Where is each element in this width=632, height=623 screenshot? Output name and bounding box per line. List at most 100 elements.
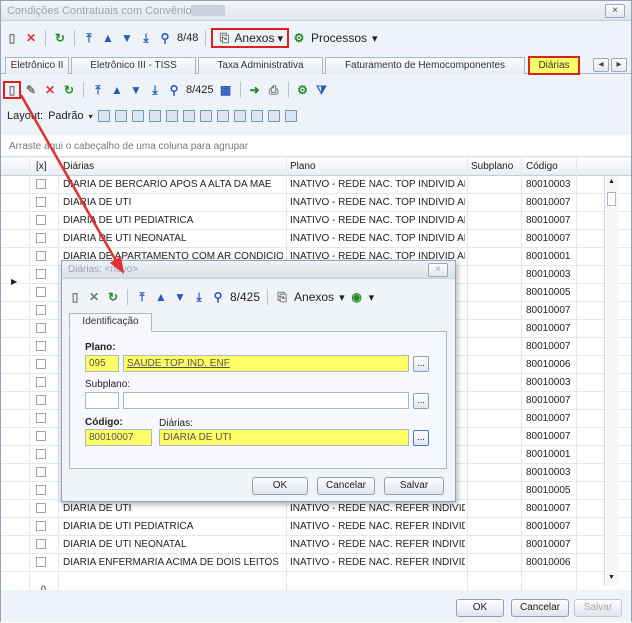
tab-eletronico-iii-tiss[interactable]: Eletrônico III - TISS xyxy=(71,57,196,74)
globe-icon[interactable]: ◉ xyxy=(350,290,364,304)
new-icon[interactable]: ▯ xyxy=(5,31,19,45)
table-row[interactable]: DIARIA DE UTI PEDIATRICA INATIVO - REDE N… xyxy=(1,212,631,230)
layout-icon[interactable] xyxy=(131,110,144,122)
row-checkbox[interactable] xyxy=(36,323,46,333)
column-header-codigo[interactable]: Código xyxy=(526,161,558,172)
row-checkbox[interactable] xyxy=(36,449,46,459)
first-record-icon[interactable]: ⤒ xyxy=(135,290,149,304)
plano-code-field[interactable]: 095 xyxy=(85,355,119,372)
tab-taxa-administrativa[interactable]: Taxa Administrativa xyxy=(198,57,323,74)
diarias-field[interactable]: DIARIA DE UTI xyxy=(159,429,409,446)
tab-faturamento-hemocomponentes[interactable]: Faturamento de Hemocomponentes xyxy=(325,57,525,74)
row-checkbox[interactable] xyxy=(36,197,46,207)
last-record-icon[interactable]: ⤓ xyxy=(148,83,162,97)
group-by-hint[interactable]: Arraste aqui o cabeçalho de uma coluna p… xyxy=(1,135,631,157)
layout-icon[interactable] xyxy=(233,110,246,122)
column-header-select[interactable]: [x] xyxy=(36,161,47,172)
last-record-icon[interactable]: ⤓ xyxy=(192,290,206,304)
tab-identificacao[interactable]: Identificação xyxy=(69,313,152,332)
next-record-icon[interactable]: ▼ xyxy=(173,290,187,304)
row-checkbox[interactable] xyxy=(36,485,46,495)
layout-icon[interactable] xyxy=(148,110,161,122)
tab-eletronico-ii[interactable]: Eletrônico II xyxy=(5,57,69,74)
column-header-subplano[interactable]: Subplano xyxy=(471,161,513,172)
tab-scroll-left-icon[interactable]: ◂ xyxy=(593,58,609,72)
table-row[interactable]: DIARIA DE UTI NEONATAL INATIVO - REDE NAC… xyxy=(1,536,631,554)
codigo-field[interactable]: 80010007 xyxy=(85,429,152,446)
dialog-save-button[interactable]: Salvar xyxy=(384,477,444,495)
refresh-icon[interactable]: ↻ xyxy=(53,31,67,45)
delete-icon[interactable]: ✕ xyxy=(87,290,101,304)
row-checkbox[interactable] xyxy=(36,431,46,441)
close-button[interactable]: × xyxy=(605,4,625,18)
tab-scroll-right-icon[interactable]: ▸ xyxy=(611,58,627,72)
row-checkbox[interactable] xyxy=(36,539,46,549)
row-checkbox[interactable] xyxy=(36,521,46,531)
save-button[interactable]: Salvar xyxy=(574,599,622,617)
next-record-icon[interactable]: ▼ xyxy=(120,31,134,45)
column-header-plano[interactable]: Plano xyxy=(290,161,316,172)
row-checkbox[interactable] xyxy=(36,467,46,477)
chevron-down-icon[interactable]: ▾ xyxy=(369,291,375,304)
layout-icon[interactable] xyxy=(97,110,110,122)
layout-icon[interactable] xyxy=(284,110,297,122)
filter-icon[interactable]: ⧩ xyxy=(315,83,329,97)
table-row[interactable]: DIARIA DE UTI PEDIATRICA INATIVO - REDE N… xyxy=(1,518,631,536)
dialog-cancel-button[interactable]: Cancelar xyxy=(317,477,375,495)
export-icon[interactable]: ➜ xyxy=(248,83,262,97)
previous-record-icon[interactable]: ▲ xyxy=(110,83,124,97)
edit-icon[interactable]: ✎ xyxy=(24,83,38,97)
layout-icon[interactable] xyxy=(199,110,212,122)
refresh-icon[interactable]: ↻ xyxy=(62,83,76,97)
row-checkbox[interactable] xyxy=(36,287,46,297)
delete-icon[interactable]: ✕ xyxy=(24,31,38,45)
scroll-up-icon[interactable]: ▲ xyxy=(608,178,615,185)
row-checkbox[interactable] xyxy=(36,395,46,405)
table-row[interactable]: DIARIA DE UTI INATIVO - REDE NAC. TOP IND… xyxy=(1,194,631,212)
row-checkbox[interactable] xyxy=(36,179,46,189)
subplano-code-field[interactable] xyxy=(85,392,119,409)
dialog-ok-button[interactable]: OK xyxy=(252,477,308,495)
scroll-thumb[interactable] xyxy=(607,192,616,206)
row-checkbox[interactable] xyxy=(36,377,46,387)
last-record-icon[interactable]: ⤓ xyxy=(139,31,153,45)
plano-lookup-button[interactable]: ... xyxy=(413,356,429,372)
scroll-down-icon[interactable]: ▼ xyxy=(608,574,615,581)
processos-menu[interactable]: Processos xyxy=(311,31,367,45)
binoculars-icon[interactable]: ⚲ xyxy=(211,290,225,304)
layout-icon[interactable] xyxy=(182,110,195,122)
new-icon[interactable]: ▯ xyxy=(68,290,82,304)
layout-icon[interactable] xyxy=(114,110,127,122)
tab-diarias[interactable]: Diárias xyxy=(528,56,580,75)
subplano-lookup-button[interactable]: ... xyxy=(413,393,429,409)
chevron-down-icon[interactable]: ▾ xyxy=(339,291,345,304)
previous-record-icon[interactable]: ▲ xyxy=(154,290,168,304)
binoculars-icon[interactable]: ⚲ xyxy=(167,83,181,97)
chevron-down-icon[interactable]: ▾ xyxy=(89,112,93,121)
ok-button[interactable]: OK xyxy=(456,599,504,617)
row-checkbox[interactable] xyxy=(36,557,46,567)
dialog-close-button[interactable]: × xyxy=(428,263,448,277)
calendar-icon[interactable]: ▦ xyxy=(219,83,233,97)
row-checkbox[interactable] xyxy=(36,503,46,513)
row-checkbox[interactable] xyxy=(36,233,46,243)
row-checkbox[interactable] xyxy=(36,359,46,369)
binoculars-icon[interactable]: ⚲ xyxy=(158,31,172,45)
column-header-diarias[interactable]: Diárias xyxy=(63,161,94,172)
layout-icon[interactable] xyxy=(267,110,280,122)
layout-select[interactable]: Padrão xyxy=(48,110,83,122)
row-checkbox[interactable] xyxy=(36,269,46,279)
refresh-icon[interactable]: ↻ xyxy=(106,290,120,304)
diarias-lookup-button[interactable]: ... xyxy=(413,430,429,446)
row-checkbox[interactable] xyxy=(36,305,46,315)
delete-icon[interactable]: ✕ xyxy=(43,83,57,97)
anexos-menu[interactable]: ⎘ Anexos ▾ xyxy=(211,28,289,48)
plano-name-field[interactable]: SAUDE TOP IND. ENF xyxy=(123,355,409,372)
table-row[interactable]: DIARIA ENFERMARIA ACIMA DE DOIS LEITOS IN… xyxy=(1,554,631,572)
layout-icon[interactable] xyxy=(165,110,178,122)
row-checkbox[interactable] xyxy=(36,215,46,225)
table-row[interactable]: DIARIA DE UTI INATIVO - REDE NAC. REFER I… xyxy=(1,500,631,518)
dialog-anexos-menu[interactable]: Anexos xyxy=(294,290,334,304)
table-row[interactable]: DIARIA DE BERCARIO APOS A ALTA DA MAE INA… xyxy=(1,176,631,194)
row-checkbox[interactable] xyxy=(36,251,46,261)
